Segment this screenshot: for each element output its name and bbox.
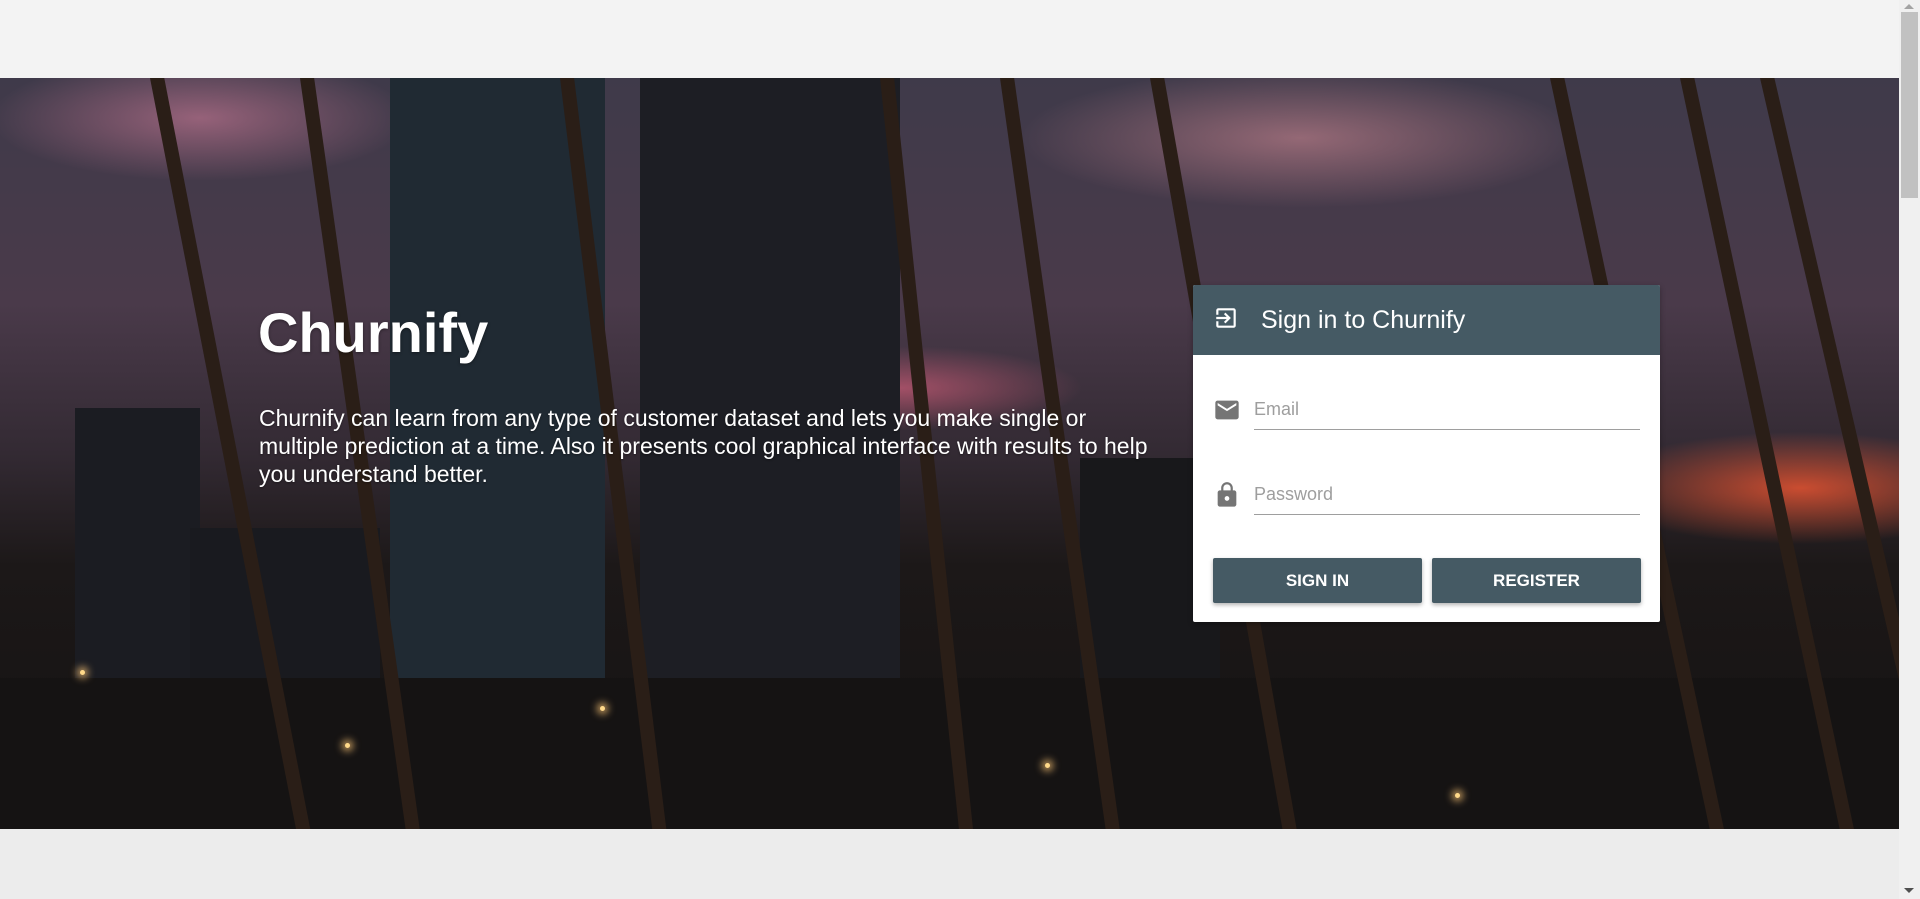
card-title: Sign in to Churnify <box>1261 305 1466 334</box>
hero-description: Churnify can learn from any type of cust… <box>259 405 1148 487</box>
password-input[interactable] <box>1254 475 1640 515</box>
email-input[interactable] <box>1254 390 1640 430</box>
scroll-down-arrow-icon[interactable] <box>1904 888 1914 893</box>
sign-in-button[interactable]: SIGN IN <box>1213 558 1422 603</box>
scroll-up-arrow-icon[interactable] <box>1904 4 1914 9</box>
lock-icon <box>1213 481 1241 514</box>
page-footer-area <box>0 829 1899 899</box>
mail-icon <box>1213 396 1241 429</box>
password-field-group <box>1213 475 1640 515</box>
email-field-group <box>1213 390 1640 430</box>
register-button[interactable]: REGISTER <box>1432 558 1641 603</box>
vertical-scrollbar[interactable] <box>1899 0 1920 899</box>
sign-in-card: Sign in to Churnify SIGN IN REGISTER <box>1193 285 1660 622</box>
page-title: Churnify <box>258 301 489 364</box>
scrollbar-thumb[interactable] <box>1901 12 1918 198</box>
login-icon <box>1213 305 1239 336</box>
card-header: Sign in to Churnify <box>1193 285 1660 355</box>
top-bar <box>0 0 1899 78</box>
